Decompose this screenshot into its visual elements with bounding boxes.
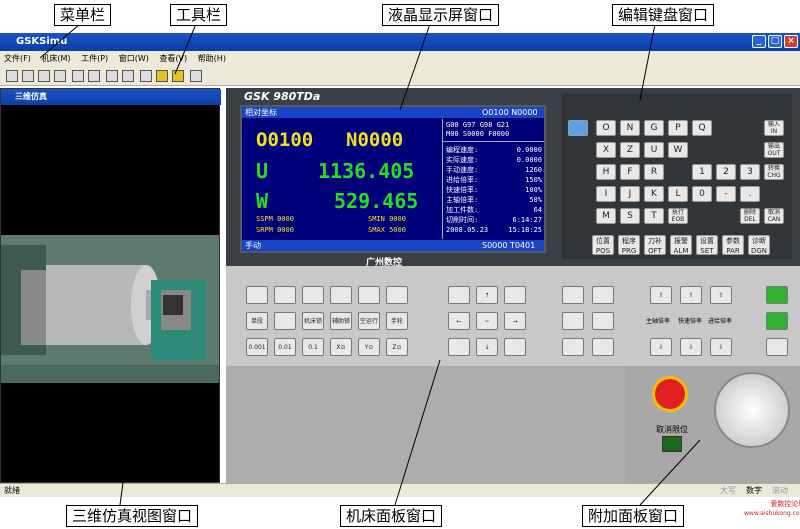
callout-menubar: 菜单栏 <box>54 4 112 26</box>
callout-keypad: 编辑键盘窗口 <box>612 4 715 26</box>
callout-sim3d: 三维仿真视图窗口 <box>66 505 199 527</box>
callout-lcd: 液晶显示屏窗口 <box>382 4 500 26</box>
callout-lines <box>39 23 701 506</box>
callout-toolbar: 工具栏 <box>170 4 228 26</box>
callout-machine-panel: 机床面板窗口 <box>340 505 443 527</box>
callout-extra-panel: 附加面板窗口 <box>582 505 685 527</box>
